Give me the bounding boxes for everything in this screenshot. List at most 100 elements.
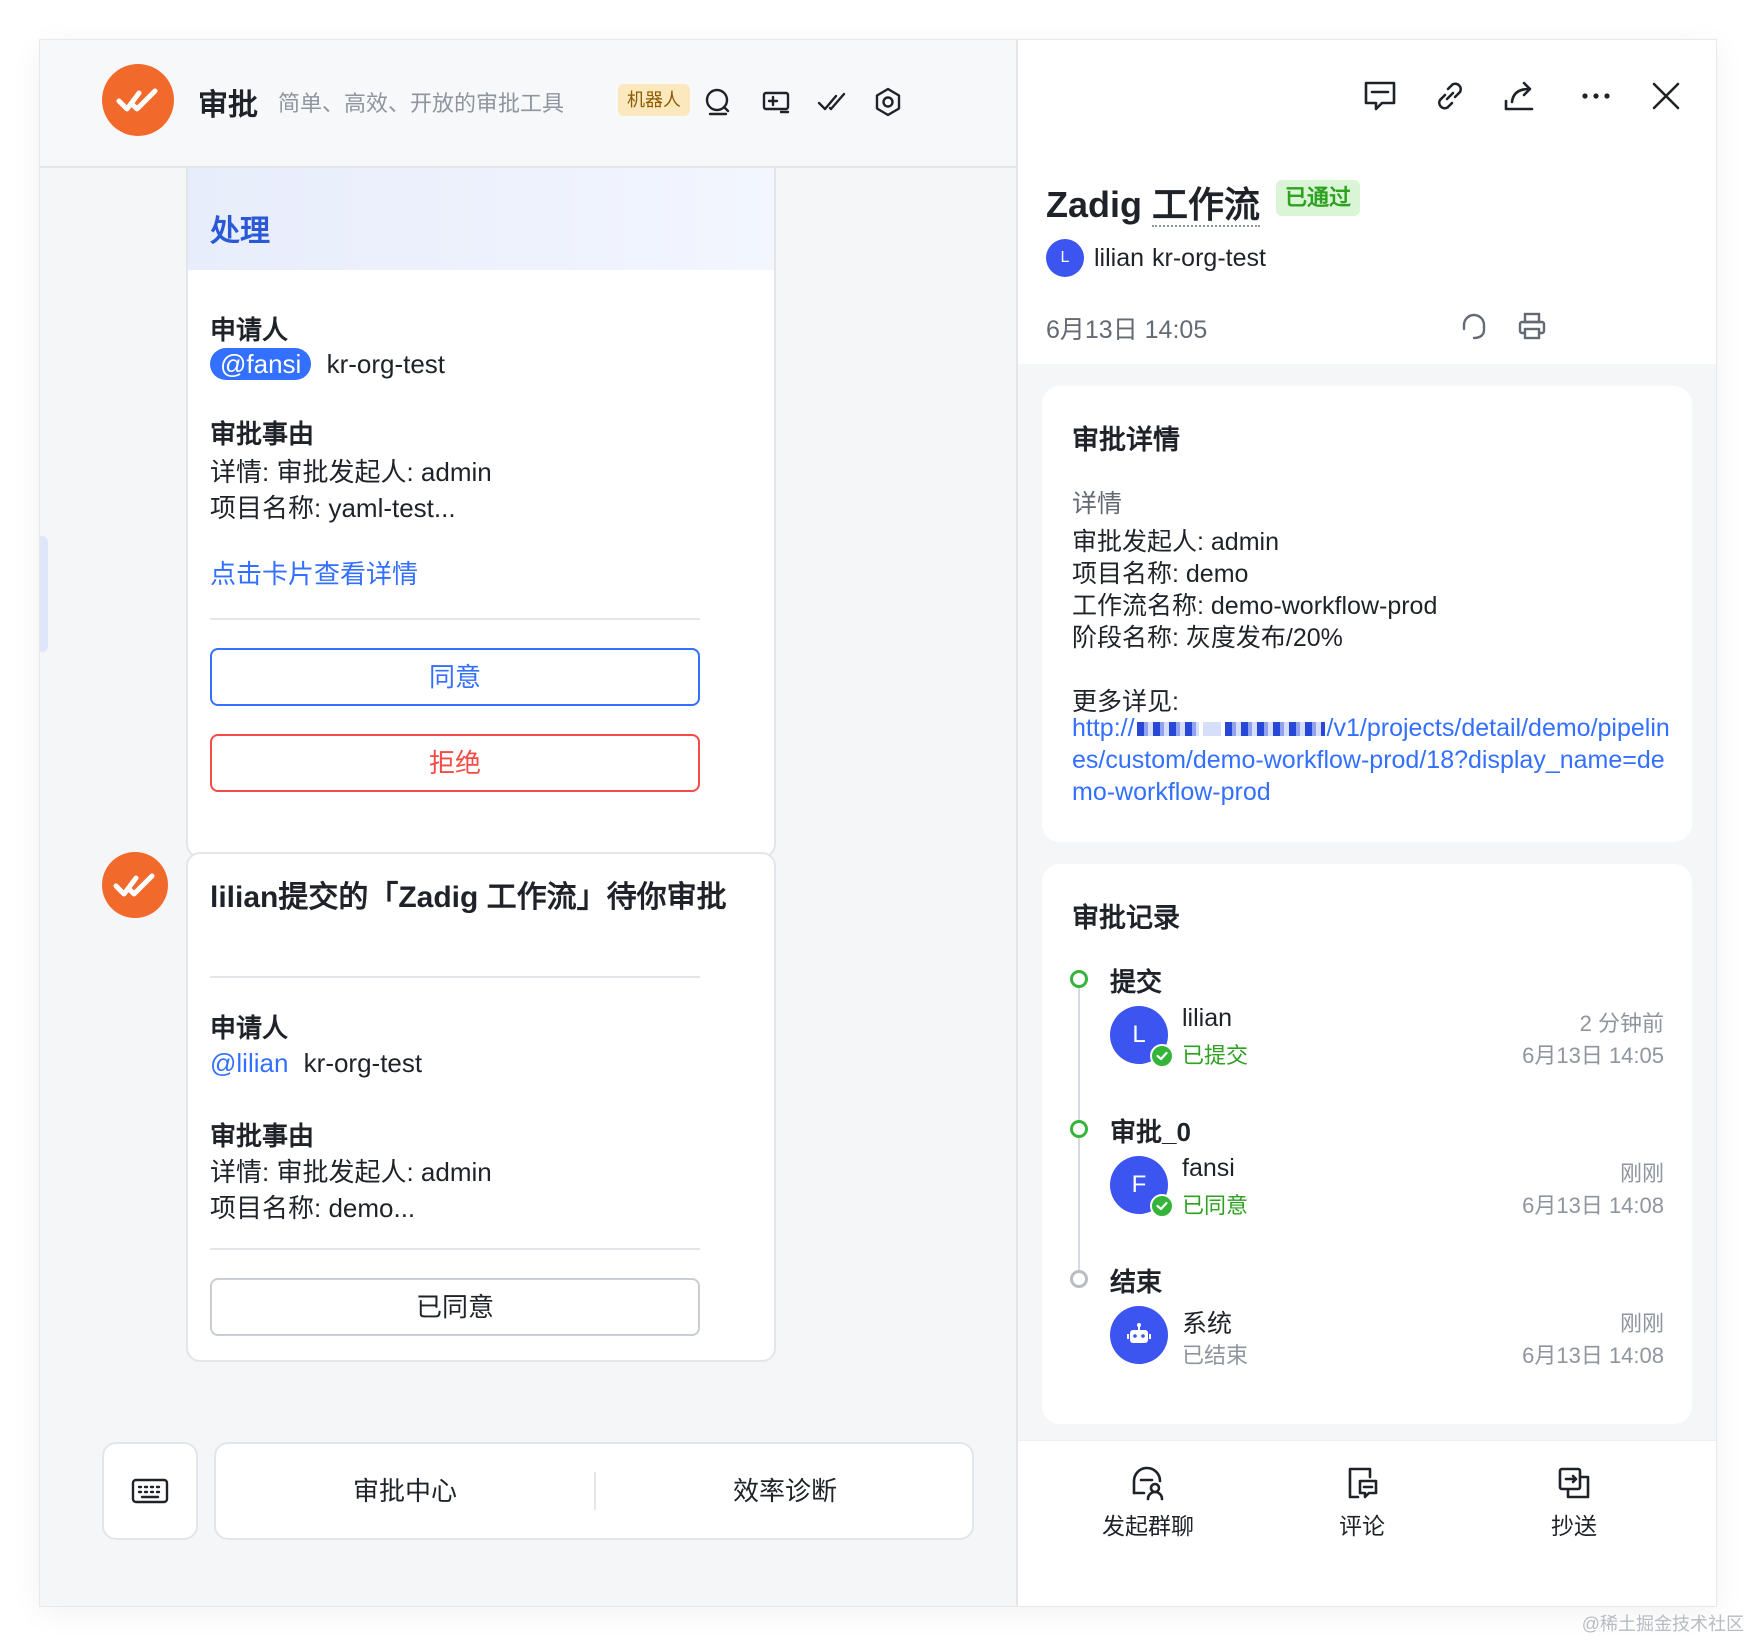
keyboard-toggle-button[interactable] [102,1442,198,1540]
link-icon[interactable] [1428,74,1472,118]
applicant-label: 申请人 [210,315,289,345]
cc-icon [1558,1467,1590,1499]
detail-line-3: 工作流名称: demo-workflow-prod [1072,592,1438,620]
avatar-letter: F [1131,1171,1147,1198]
approval-record-card: 审批记录 提交 L lilian 已提交 2 分钟前 6月13日 14:05 审… [1042,864,1692,1424]
keyboard-icon [131,1478,169,1504]
detail-url-prefix: http:// [1072,714,1135,742]
approval-card-lilian[interactable]: lilian提交的「Zadig 工作流」待你审批 申请人 @lilian kr-… [186,852,776,1362]
chat-panel: 审批 简单、高效、开放的审批工具 机器人 处理 申请人 @fansi kr-or… [40,40,1018,1606]
reason-line-2: 项目名称: yaml-test... [210,493,456,523]
record-time: 6月13日 14:08 [1522,1193,1664,1218]
check-badge-icon [1150,1194,1174,1218]
record-user-name: fansi [1182,1154,1235,1182]
gear-icon[interactable] [870,84,906,120]
reason-line-2: 项目名称: demo... [210,1193,416,1223]
applicant-mention[interactable]: @fansi [210,348,312,380]
approval-app-logo [102,64,174,136]
avatar[interactable]: F [1110,1156,1174,1218]
more-icon[interactable] [1574,74,1618,118]
avatar: L [1046,239,1084,277]
record-status: 已结束 [1182,1343,1249,1368]
record-user-name: lilian [1182,1004,1233,1032]
card-divider [210,976,700,978]
efficiency-diagnosis-button[interactable]: 效率诊断 [596,1444,974,1538]
app-subtitle: 简单、高效、开放的审批工具 [278,91,565,116]
approval-app-avatar [102,852,168,918]
share-icon[interactable] [1498,74,1542,118]
timeline-dot [1070,970,1088,988]
comment-label: 评论 [1339,1513,1385,1539]
comment-button[interactable]: 评论 [1272,1463,1452,1541]
app-window: 审批 简单、高效、开放的审批工具 机器人 处理 申请人 @fansi kr-or… [40,40,1716,1606]
card-divider [210,618,700,620]
chat-header: 审批 简单、高效、开放的审批工具 机器人 [40,40,1016,168]
reason-line-1: 详情: 审批发起人: admin [210,457,492,487]
support-icon[interactable] [1454,306,1494,346]
watermark: @稀土掘金技术社区 [1581,1614,1744,1634]
avatar[interactable]: L [1110,1006,1174,1068]
approval-title-main: 工作流 [1152,184,1261,227]
redacted-host-1 [1136,722,1199,737]
double-check-logo-icon [116,88,158,112]
reject-button[interactable]: 拒绝 [210,734,700,792]
detail-card-title: 审批详情 [1072,425,1180,455]
approval-title: Zadig 工作流 [1046,176,1261,228]
timeline-dot [1070,1120,1088,1138]
applicant-label: 申请人 [210,1013,289,1043]
timeline-step-title: 结束 [1110,1267,1163,1297]
applicant-org: kr-org-test [326,349,446,379]
close-icon[interactable] [1644,74,1688,118]
view-details-link[interactable]: 点击卡片查看详情 [210,554,418,591]
app-name: 审批 [198,89,258,122]
applicant-mention[interactable]: @lilian [210,1048,288,1078]
approval-center-button[interactable]: 审批中心 [216,1444,594,1538]
approval-card-fansi[interactable]: 处理 申请人 @fansi kr-org-test 审批事由 详情: 审批发起人… [186,136,776,858]
approval-detail-panel: Zadig 工作流 已通过 L lilian kr-org-test 6月13日… [1018,40,1716,1606]
start-group-chat-label: 发起群聊 [1102,1513,1194,1539]
card-divider [210,1248,700,1250]
submitter-org: kr-org-test [1152,243,1266,272]
record-relative-time: 2 分钟前 [1579,1011,1664,1036]
agreed-button[interactable]: 已同意 [210,1278,700,1336]
card-header-title: 处理 [210,215,270,248]
reason-label: 审批事由 [210,419,315,449]
system-avatar [1110,1306,1168,1364]
cc-button[interactable]: 抄送 [1484,1463,1664,1541]
applicant-value: @lilian kr-org-test [210,1048,422,1079]
record-time: 6月13日 14:05 [1522,1043,1664,1068]
comment-icon [1348,1467,1378,1499]
search-icon[interactable] [700,84,736,120]
agree-button[interactable]: 同意 [210,648,700,706]
submit-date: 6月13日 14:05 [1046,316,1208,344]
record-relative-time: 刚刚 [1619,1311,1664,1336]
redacted-host-2 [1202,722,1221,737]
detail-sub-label: 详情 [1072,490,1123,518]
approval-detail-card: 审批详情 详情 审批发起人: admin 项目名称: demo 工作流名称: d… [1042,386,1692,842]
record-user-name: 系统 [1182,1310,1233,1338]
applicant-value: @fansi kr-org-test [210,348,445,380]
check-done-icon[interactable] [814,84,850,120]
detail-header: Zadig 工作流 已通过 L lilian kr-org-test 6月13日… [1018,40,1716,364]
record-status: 已同意 [1182,1193,1249,1218]
quick-actions-bar: 审批中心 效率诊断 [214,1442,974,1540]
bot-badge: 机器人 [618,84,690,116]
applicant-org: kr-org-test [303,1048,423,1078]
record-status: 已提交 [1182,1043,1249,1068]
chat-icon[interactable] [1358,74,1402,118]
detail-line-4: 阶段名称: 灰度发布/20% [1072,624,1343,652]
card-title: lilian提交的「Zadig 工作流」待你审批 [210,881,727,914]
add-card-icon[interactable] [758,84,794,120]
reason-line-1: 详情: 审批发起人: admin [210,1157,492,1187]
submitter[interactable]: L lilian kr-org-test [1046,238,1266,278]
double-check-logo-icon [113,873,155,897]
record-relative-time: 刚刚 [1619,1161,1664,1186]
reason-label: 审批事由 [210,1121,315,1151]
start-group-chat-button[interactable]: 发起群聊 [1058,1463,1238,1541]
record-time: 6月13日 14:08 [1522,1343,1664,1368]
detail-url-link[interactable]: http:///v1/projects/detail/demo/pipeline… [1072,712,1672,808]
robot-icon [1127,1323,1151,1343]
submitter-name: lilian [1094,243,1145,272]
detail-line-2: 项目名称: demo [1072,560,1249,588]
print-icon[interactable] [1512,306,1552,346]
